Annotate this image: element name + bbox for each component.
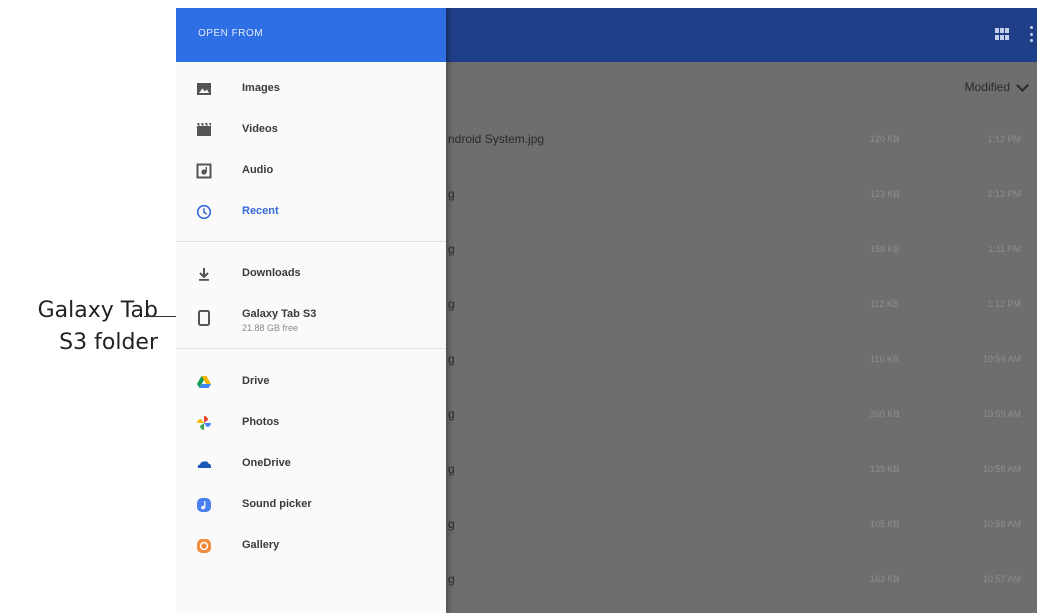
file-row[interactable]: g 112 KB 1:12 PM bbox=[446, 283, 1037, 323]
file-size: 260 KB bbox=[870, 409, 900, 419]
file-size: 163 KB bbox=[870, 574, 900, 584]
file-row[interactable]: g 116 KB 10:59 AM bbox=[446, 338, 1037, 378]
file-name: g bbox=[448, 297, 455, 311]
nav-label: Sound picker bbox=[242, 498, 312, 510]
video-icon bbox=[197, 123, 211, 136]
nav-label: Galaxy Tab S3 bbox=[242, 308, 317, 320]
nav-label: Gallery bbox=[242, 539, 280, 551]
file-time: 10:58 AM bbox=[982, 464, 1021, 474]
nav-label: Audio bbox=[242, 164, 274, 176]
file-size: 120 KB bbox=[870, 134, 900, 144]
grid-view-icon[interactable] bbox=[995, 28, 1009, 40]
file-row[interactable]: ndroid System.jpg 120 KB 1:12 PM bbox=[446, 118, 1037, 158]
nav-label: Videos bbox=[242, 123, 278, 135]
file-time: 1:12 PM bbox=[987, 134, 1021, 144]
nav-item-videos[interactable]: Videos bbox=[176, 113, 446, 147]
file-name: ndroid System.jpg bbox=[448, 132, 545, 146]
nav-item-photos[interactable]: Photos bbox=[176, 406, 446, 440]
nav-item-galaxy-tab-s3[interactable]: Galaxy Tab S3 21.88 GB free bbox=[176, 298, 446, 340]
file-row[interactable]: g 105 KB 10:58 AM bbox=[446, 503, 1037, 543]
gallery-icon bbox=[197, 539, 211, 553]
file-row[interactable]: g 123 KB 1:12 PM bbox=[446, 173, 1037, 213]
file-name: g bbox=[448, 407, 455, 421]
file-row[interactable]: g 158 KB 1:11 PM bbox=[446, 228, 1037, 268]
file-time: 10:59 AM bbox=[982, 354, 1021, 364]
drawer-title: OPEN FROM bbox=[198, 28, 264, 39]
nav-label: Downloads bbox=[242, 267, 301, 279]
file-time: 10:58 AM bbox=[982, 519, 1021, 529]
file-size: 105 KB bbox=[870, 519, 900, 529]
file-name: g bbox=[448, 242, 455, 256]
drawer-divider bbox=[176, 348, 446, 349]
image-icon bbox=[197, 83, 211, 95]
sound-picker-icon bbox=[197, 498, 211, 512]
file-name: g bbox=[448, 572, 455, 586]
file-size: 139 KB bbox=[870, 464, 900, 474]
file-name: g bbox=[448, 462, 455, 476]
file-size: 158 KB bbox=[870, 244, 900, 254]
file-time: 10:57 AM bbox=[982, 574, 1021, 584]
nav-label: OneDrive bbox=[242, 457, 291, 469]
file-time: 1:11 PM bbox=[988, 244, 1021, 254]
callout-label: Galaxy Tab S3 folder bbox=[37, 298, 158, 355]
file-name: g bbox=[448, 187, 455, 201]
nav-item-recent[interactable]: Recent bbox=[176, 195, 446, 229]
download-icon bbox=[199, 268, 209, 281]
nav-item-gallery[interactable]: Gallery bbox=[176, 529, 446, 563]
file-name: g bbox=[448, 517, 455, 531]
file-size: 123 KB bbox=[870, 189, 900, 199]
chevron-down-icon bbox=[1016, 78, 1029, 92]
drawer-header: OPEN FROM bbox=[176, 8, 446, 62]
drawer-divider bbox=[176, 241, 446, 242]
onedrive-icon bbox=[197, 461, 212, 468]
nav-label: Recent bbox=[242, 205, 279, 217]
file-row[interactable]: g 260 KB 10:59 AM bbox=[446, 393, 1037, 433]
nav-label: Drive bbox=[242, 375, 270, 387]
file-row[interactable]: g 139 KB 10:58 AM bbox=[446, 448, 1037, 488]
nav-label: Images bbox=[242, 82, 280, 94]
clock-icon bbox=[196, 204, 212, 220]
file-time: 1:12 PM bbox=[987, 299, 1021, 309]
file-size: 112 KB bbox=[870, 299, 899, 309]
nav-item-downloads[interactable]: Downloads bbox=[176, 257, 446, 291]
file-size: 116 KB bbox=[870, 354, 899, 364]
nav-item-onedrive[interactable]: OneDrive bbox=[176, 447, 446, 481]
nav-item-drive[interactable]: Drive bbox=[176, 365, 446, 399]
file-row[interactable]: g 163 KB 10:57 AM bbox=[446, 558, 1037, 598]
nav-item-images[interactable]: Images bbox=[176, 72, 446, 106]
android-screen: Modified ndroid System.jpg 120 KB 1:12 P… bbox=[176, 8, 1037, 613]
nav-item-audio[interactable]: Audio bbox=[176, 154, 446, 188]
drive-icon bbox=[197, 376, 211, 388]
photos-icon bbox=[197, 416, 211, 430]
file-name: g bbox=[448, 352, 455, 366]
storage-free-label: 21.88 GB free bbox=[242, 323, 299, 333]
file-time: 1:12 PM bbox=[987, 189, 1021, 199]
nav-label: Photos bbox=[242, 416, 280, 428]
nav-item-sound-picker[interactable]: Sound picker bbox=[176, 488, 446, 522]
tablet-icon bbox=[198, 310, 210, 326]
overflow-menu-icon[interactable] bbox=[1030, 26, 1033, 42]
sort-dropdown[interactable]: Modified bbox=[964, 78, 1029, 94]
navigation-drawer: OPEN FROM Images Videos Audio Recent Dow… bbox=[176, 8, 446, 613]
file-time: 10:59 AM bbox=[982, 409, 1021, 419]
audio-icon bbox=[196, 163, 212, 179]
sort-label: Modified bbox=[964, 80, 1010, 94]
